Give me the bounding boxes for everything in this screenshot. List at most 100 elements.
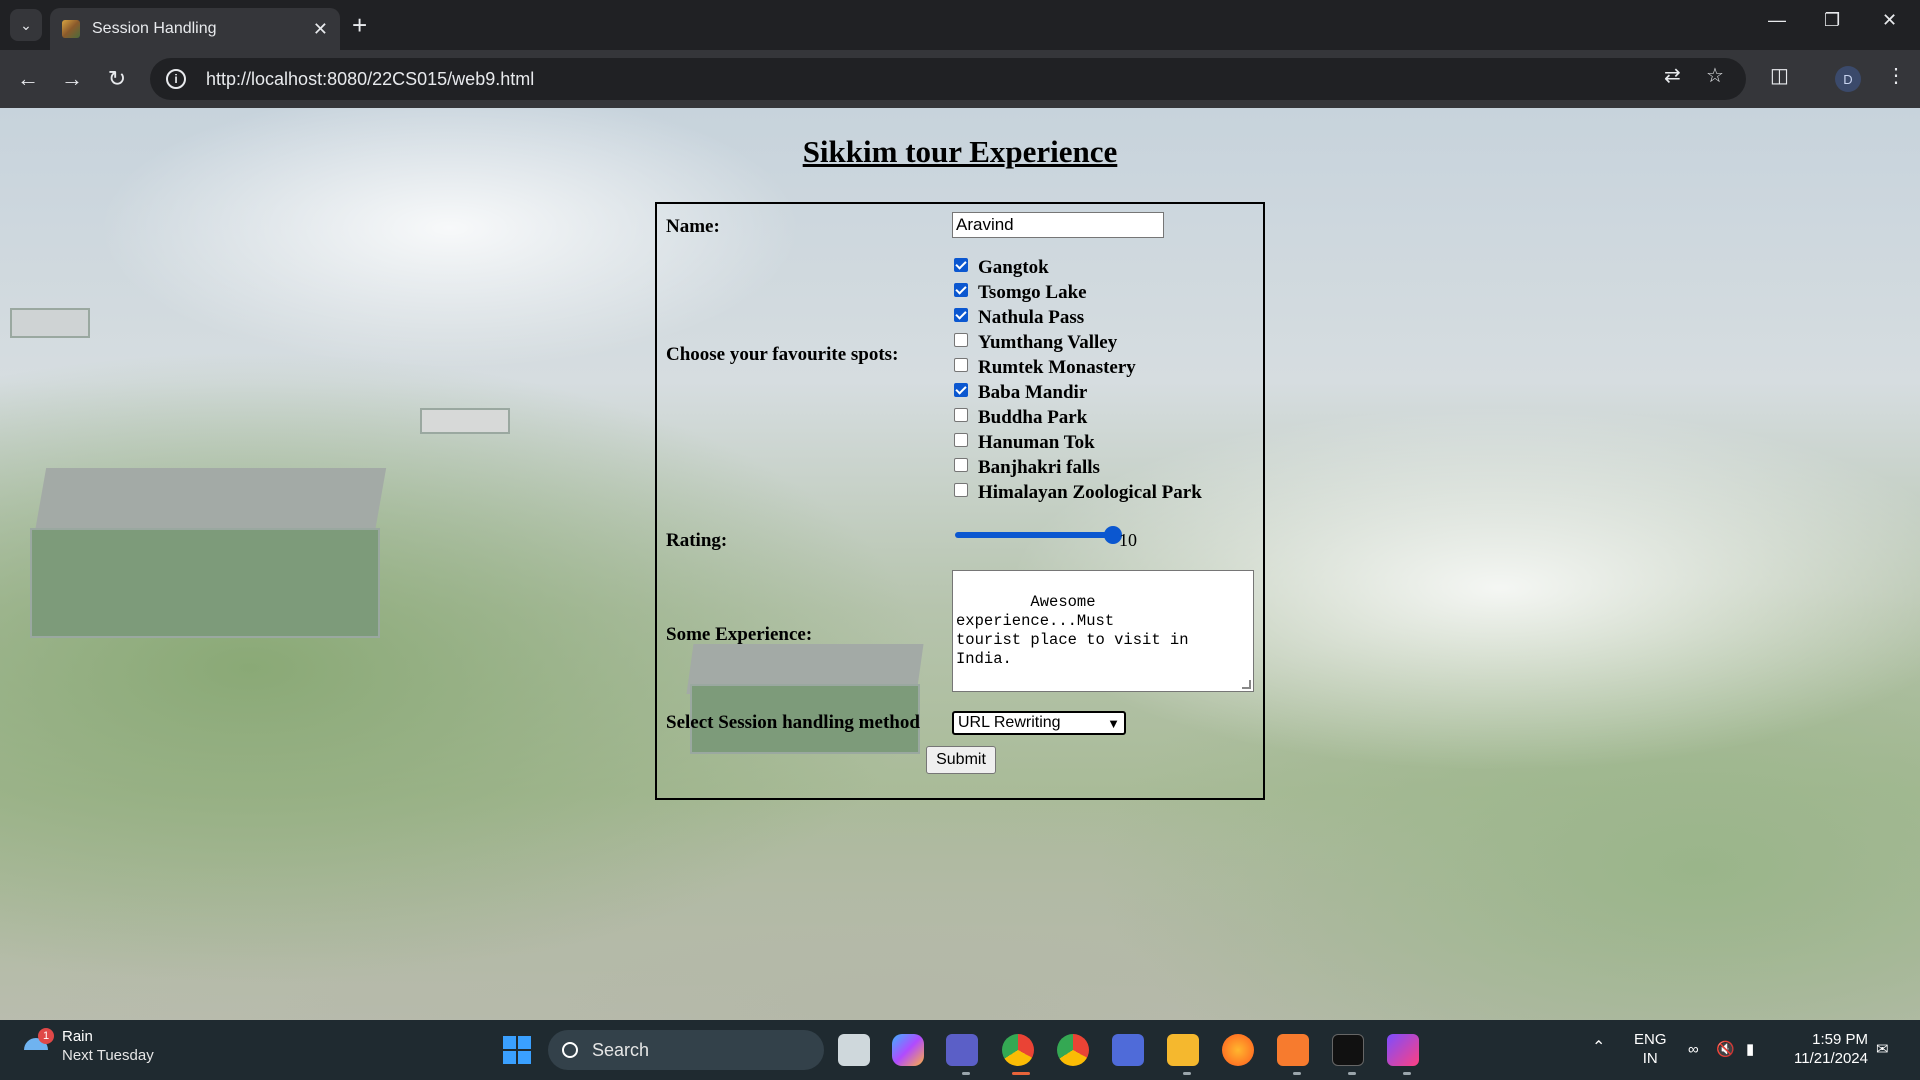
site-info-icon[interactable]: i <box>166 69 186 89</box>
spot-option[interactable]: Hanuman Tok <box>954 431 1095 455</box>
taskbar-search[interactable]: Search <box>548 1030 824 1070</box>
photos-app-icon[interactable] <box>1387 1034 1419 1066</box>
spot-checkbox[interactable] <box>954 283 968 297</box>
spot-label: Tsomgo Lake <box>978 282 1087 303</box>
experience-label: Some Experience: <box>666 624 813 645</box>
spot-checkbox[interactable] <box>954 458 968 472</box>
rating-value: 10 <box>1119 530 1137 550</box>
spot-checkbox[interactable] <box>954 308 968 322</box>
chevron-down-icon: ▼ <box>1107 716 1120 731</box>
teams-icon[interactable] <box>946 1034 978 1066</box>
weather-widget[interactable]: 1 Rain Next Tuesday <box>24 1028 154 1064</box>
firefox-icon[interactable] <box>1222 1034 1254 1066</box>
chrome-icon[interactable] <box>1002 1034 1034 1066</box>
spot-label: Nathula Pass <box>978 307 1085 328</box>
name-input[interactable]: Aravind <box>952 212 1164 238</box>
spot-option[interactable]: Himalayan Zoological Park <box>954 481 1202 505</box>
spot-option[interactable]: Rumtek Monastery <box>954 356 1136 380</box>
submit-button[interactable]: Submit <box>926 746 996 774</box>
rating-slider-track <box>955 532 1113 538</box>
running-indicator <box>1183 1072 1191 1075</box>
spot-checkbox[interactable] <box>954 483 968 497</box>
page-viewport: Sikkim tour Experience Name: Aravind Cho… <box>0 108 1920 1020</box>
volume-muted-icon[interactable]: 🔇 <box>1716 1040 1735 1059</box>
experience-text: Awesome experience...Must tourist place … <box>956 593 1189 668</box>
media-app-icon[interactable] <box>1112 1034 1144 1066</box>
restore-icon[interactable]: ❐ <box>1824 10 1840 31</box>
spot-option[interactable]: Gangtok <box>954 256 1049 280</box>
page-title: Sikkim tour Experience <box>802 134 1118 169</box>
spot-label: Banjhakri falls <box>978 457 1100 478</box>
experience-textarea[interactable]: Awesome experience...Must tourist place … <box>952 570 1254 692</box>
new-tab-plus-icon[interactable]: + <box>352 9 367 41</box>
language-indicator[interactable]: ENG IN <box>1634 1030 1667 1068</box>
tour-form: Name: Aravind Choose your favourite spot… <box>655 202 1265 800</box>
language-top: ENG <box>1634 1031 1667 1048</box>
spot-option[interactable]: Banjhakri falls <box>954 456 1100 480</box>
running-indicator <box>1348 1072 1356 1075</box>
notification-bell-icon[interactable]: ✉ <box>1876 1040 1889 1059</box>
minimize-icon[interactable]: — <box>1768 10 1786 31</box>
tab-favicon-icon <box>62 20 80 38</box>
spot-label: Buddha Park <box>978 407 1088 428</box>
spot-option[interactable]: Baba Mandir <box>954 381 1087 405</box>
browser-tab-bar: ⌄ Session Handling ✕ + — ❐ ✕ <box>0 0 1920 50</box>
window-close-icon[interactable]: ✕ <box>1882 10 1897 31</box>
web-page: Sikkim tour Experience Name: Aravind Cho… <box>0 108 1920 1020</box>
chrome-menu-icon[interactable]: ⋮ <box>1886 63 1906 88</box>
url-path: :8080/22CS015/web9.html <box>322 68 535 89</box>
forward-arrow-icon[interactable]: → <box>56 63 88 95</box>
extensions-puzzle-icon[interactable]: ◫ <box>1770 63 1789 88</box>
spot-checkbox[interactable] <box>954 358 968 372</box>
clock-time: 1:59 PM <box>1812 1031 1868 1048</box>
battery-icon[interactable]: ▮ <box>1746 1040 1754 1059</box>
session-method-select[interactable]: URL Rewriting ▼ <box>952 711 1126 735</box>
profile-avatar[interactable]: D <box>1835 66 1861 92</box>
back-arrow-icon[interactable]: ← <box>12 63 44 95</box>
spots-label: Choose your favourite spots: <box>666 344 899 365</box>
file-explorer-icon[interactable] <box>1167 1034 1199 1066</box>
tab-title: Session Handling <box>92 20 217 37</box>
active-indicator <box>1012 1072 1030 1075</box>
task-view-icon[interactable] <box>838 1034 870 1066</box>
spot-label: Baba Mandir <box>978 382 1088 403</box>
windows-start-icon[interactable] <box>503 1036 531 1064</box>
windows-taskbar: 1 Rain Next Tuesday Search ⌃ ENG IN ∞ 🔇 … <box>0 1020 1920 1080</box>
spot-option[interactable]: Yumthang Valley <box>954 331 1117 355</box>
rating-slider[interactable] <box>955 526 1122 544</box>
tab-close-icon[interactable]: ✕ <box>313 19 328 40</box>
resize-grip-icon[interactable] <box>1242 680 1251 689</box>
spot-checkbox[interactable] <box>954 258 968 272</box>
tab-search-chevron-icon[interactable]: ⌄ <box>10 9 42 41</box>
rating-label: Rating: <box>666 530 728 551</box>
wifi-icon[interactable]: ∞ <box>1688 1040 1699 1059</box>
terminal-icon[interactable] <box>1332 1034 1364 1066</box>
spot-label: Hanuman Tok <box>978 432 1095 453</box>
translate-icon[interactable]: ⇄ <box>1664 63 1681 88</box>
spot-checkbox[interactable] <box>954 408 968 422</box>
spot-checkbox[interactable] <box>954 433 968 447</box>
search-icon <box>562 1042 578 1058</box>
browser-tab[interactable]: Session Handling ✕ <box>50 8 340 50</box>
tray-chevron-up-icon[interactable]: ⌃ <box>1592 1038 1605 1057</box>
notification-badge: 1 <box>38 1028 54 1044</box>
spot-option[interactable]: Buddha Park <box>954 406 1087 430</box>
clock[interactable]: 1:59 PM 11/21/2024 <box>1784 1030 1868 1068</box>
xampp-icon[interactable] <box>1277 1034 1309 1066</box>
copilot-icon[interactable] <box>892 1034 924 1066</box>
address-bar[interactable]: i http://localhost:8080/22CS015/web9.htm… <box>150 58 1746 100</box>
spot-checkbox[interactable] <box>954 383 968 397</box>
reload-icon[interactable]: ↻ <box>101 63 133 95</box>
bookmark-star-icon[interactable]: ☆ <box>1706 63 1724 88</box>
session-label: Select Session handling method <box>666 712 920 733</box>
spot-label: Rumtek Monastery <box>978 357 1136 378</box>
rain-umbrella-icon: 1 <box>24 1028 54 1062</box>
spot-label: Yumthang Valley <box>978 332 1118 353</box>
spot-checkbox[interactable] <box>954 333 968 347</box>
language-bottom: IN <box>1642 1050 1658 1067</box>
spot-label: Gangtok <box>978 257 1049 278</box>
running-indicator <box>1293 1072 1301 1075</box>
chrome-profile-icon[interactable] <box>1057 1034 1089 1066</box>
spot-option[interactable]: Nathula Pass <box>954 306 1084 330</box>
spot-option[interactable]: Tsomgo Lake <box>954 281 1087 305</box>
